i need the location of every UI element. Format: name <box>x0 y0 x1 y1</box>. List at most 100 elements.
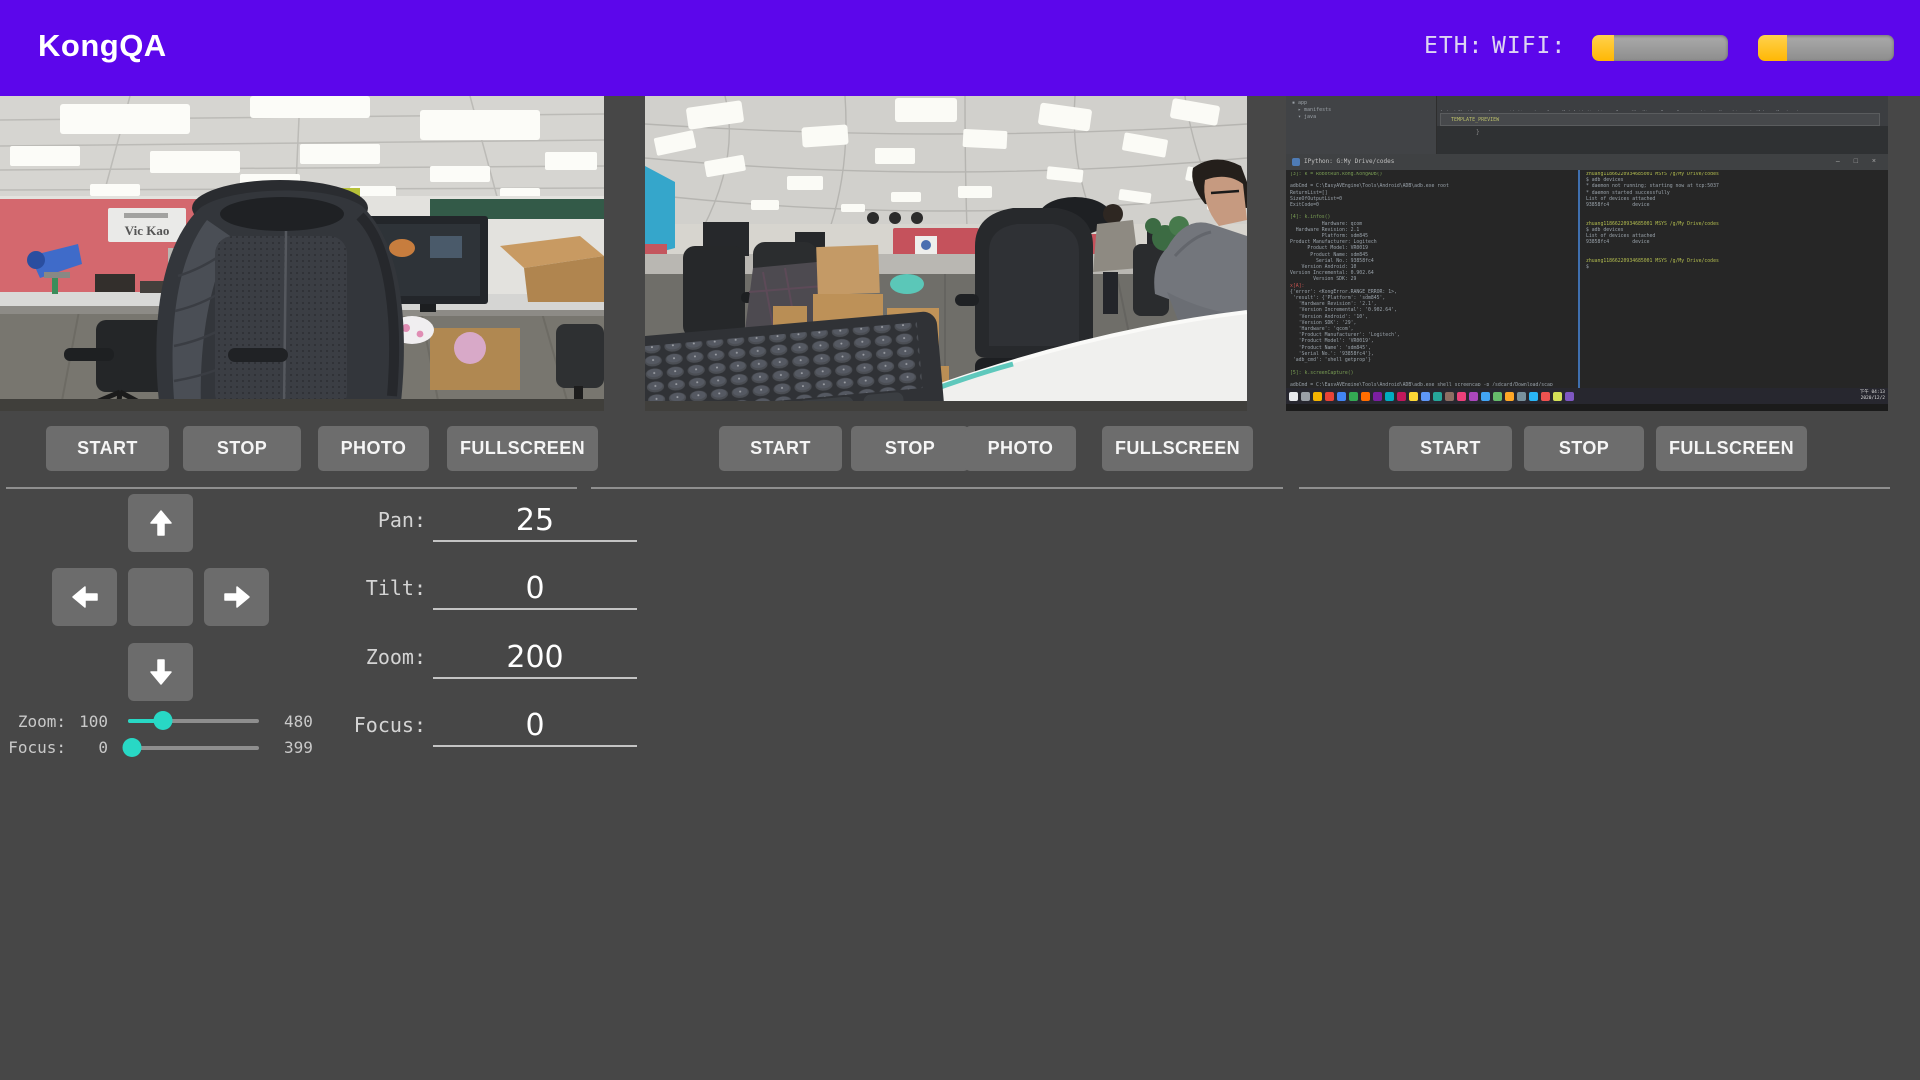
kongqa-app: { "header": { "title": "KongQA", "eth_la… <box>0 0 1920 1080</box>
camera3-feed: AndroidManifest.xml ×activity_main.xml ×… <box>1286 96 1888 411</box>
clock-time: 下午 04:13 <box>1860 390 1885 396</box>
ide-project-panel: ▪ app ▸ manifests ▾ java <box>1286 96 1437 154</box>
console-body: [3]: k = RobotRun.kong.KongADB() adbCmd … <box>1286 170 1888 388</box>
pan-input[interactable] <box>433 502 637 542</box>
taskbar-icon <box>1493 392 1502 401</box>
camera2-start-button[interactable]: START <box>719 426 842 471</box>
taskbar-icon <box>1457 392 1466 401</box>
camera3-fullscreen-button[interactable]: FULLSCREEN <box>1656 426 1807 471</box>
zoom-input[interactable] <box>433 639 637 679</box>
ide-search-bar: TEMPLATE_PREVIEW <box>1440 113 1880 126</box>
window-controls: – □ × <box>1836 154 1882 170</box>
camera3-start-button[interactable]: START <box>1389 426 1512 471</box>
windows-taskbar <box>1286 388 1888 404</box>
focus-slider-max: 399 <box>284 738 324 757</box>
ptz-home-button[interactable] <box>128 568 193 626</box>
zoom-slider-min: 100 <box>72 712 108 731</box>
taskbar-icon <box>1469 392 1478 401</box>
zoom-slider[interactable] <box>128 719 259 723</box>
app-header: KongQA ETH: WIFI: <box>0 0 1920 96</box>
camera1-section-divider <box>6 487 577 489</box>
focus-field-label: Focus: <box>316 713 426 737</box>
taskbar-icon <box>1553 392 1562 401</box>
taskbar-icon <box>1373 392 1382 401</box>
taskbar-icon <box>1565 392 1574 401</box>
wifi-signal-fill <box>1758 35 1787 61</box>
taskbar-icon <box>1289 392 1298 401</box>
eth-signal-fill <box>1592 35 1614 61</box>
wifi-signal-bar <box>1758 35 1894 61</box>
taskbar-icon <box>1529 392 1538 401</box>
camera3-stop-button[interactable]: STOP <box>1524 426 1644 471</box>
zoom-slider-label: Zoom: <box>0 712 66 731</box>
monitor-bottom-edge <box>1286 404 1888 411</box>
taskbar-icon <box>1349 392 1358 401</box>
camera1-start-button[interactable]: START <box>46 426 169 471</box>
wifi-label: WIFI: <box>1492 33 1566 59</box>
taskbar-icon <box>1385 392 1394 401</box>
taskbar-icon <box>1361 392 1370 401</box>
camera3-desktop-capture: AndroidManifest.xml ×activity_main.xml ×… <box>1286 96 1888 411</box>
arrow-down-icon <box>147 657 175 687</box>
taskbar-clock: 下午 04:13 2020/12/2 <box>1860 388 1885 404</box>
pan-field-label: Pan: <box>316 508 426 532</box>
console-window: IPython: G:My Drive/codes – □ × [3]: k =… <box>1286 154 1888 388</box>
focus-slider-min: 0 <box>72 738 108 757</box>
taskbar-icon <box>1445 392 1454 401</box>
tilt-input[interactable] <box>433 570 637 610</box>
wall-sign: Vic Kao <box>108 208 186 242</box>
taskbar-icon <box>1325 392 1334 401</box>
clock-date: 2020/12/2 <box>1860 396 1885 402</box>
console-left-pane: [3]: k = RobotRun.kong.KongADB() adbCmd … <box>1290 172 1574 386</box>
arrow-up-icon <box>147 508 175 538</box>
camera1-photo-button[interactable]: PHOTO <box>318 426 429 471</box>
console-title-bar: IPython: G:My Drive/codes <box>1286 154 1888 170</box>
pan-right-button[interactable] <box>204 568 269 626</box>
focus-slider[interactable] <box>128 746 259 750</box>
app-title: KongQA <box>38 28 167 64</box>
taskbar-icon <box>1397 392 1406 401</box>
tilt-up-button[interactable] <box>128 494 193 552</box>
taskbar-icon <box>1433 392 1442 401</box>
camera2-section-divider <box>591 487 1283 489</box>
camera3-section-divider <box>1299 487 1890 489</box>
arrow-right-icon <box>222 583 252 611</box>
console-line: adbCmd = C:\EasyAVEngine\Tools\Android\A… <box>1290 383 1574 386</box>
taskbar-icon <box>1313 392 1322 401</box>
focus-slider-thumb[interactable] <box>122 738 141 757</box>
camera2-photo-button[interactable]: PHOTO <box>965 426 1076 471</box>
taskbar-icon <box>1517 392 1526 401</box>
arrow-left-icon <box>70 583 100 611</box>
camera1-office-scene: Vic Kao <box>0 96 604 411</box>
camera2-feed <box>645 96 1247 411</box>
camera1-fullscreen-button[interactable]: FULLSCREEN <box>447 426 598 471</box>
ide-tab-bar: AndroidManifest.xml ×activity_main.xml ×… <box>1440 99 1880 111</box>
taskbar-icon <box>1481 392 1490 401</box>
camera1-feed: Vic Kao <box>0 96 604 411</box>
svg-text:Vic Kao: Vic Kao <box>125 223 170 238</box>
console-right-pane: zhuang11866220934685001 MSYS /g/My Drive… <box>1586 172 1884 386</box>
zoom-slider-thumb[interactable] <box>154 711 173 730</box>
taskbar-icon <box>1541 392 1550 401</box>
zoom-field-label: Zoom: <box>316 645 426 669</box>
eth-label: ETH: <box>1424 33 1483 59</box>
ide-project-tree: ▪ app ▸ manifests ▾ java <box>1292 100 1331 121</box>
camera1-stop-button[interactable]: STOP <box>183 426 301 471</box>
console-window-icon <box>1292 158 1300 166</box>
taskbar-icon <box>1421 392 1430 401</box>
tilt-down-button[interactable] <box>128 643 193 701</box>
taskbar-icon <box>1337 392 1346 401</box>
focus-input[interactable] <box>433 707 637 747</box>
console-line: $ <box>1586 265 1884 271</box>
camera2-fullscreen-button[interactable]: FULLSCREEN <box>1102 426 1253 471</box>
focus-slider-label: Focus: <box>0 738 66 757</box>
camera2-office-panorama <box>645 96 1247 411</box>
camera2-stop-button[interactable]: STOP <box>851 426 969 471</box>
taskbar-icon <box>1409 392 1418 401</box>
taskbar-icon <box>1301 392 1310 401</box>
ide-code-line: } <box>1436 126 1888 154</box>
console-split-divider <box>1578 170 1580 388</box>
pan-left-button[interactable] <box>52 568 117 626</box>
taskbar-icon <box>1505 392 1514 401</box>
eth-signal-bar <box>1592 35 1728 61</box>
